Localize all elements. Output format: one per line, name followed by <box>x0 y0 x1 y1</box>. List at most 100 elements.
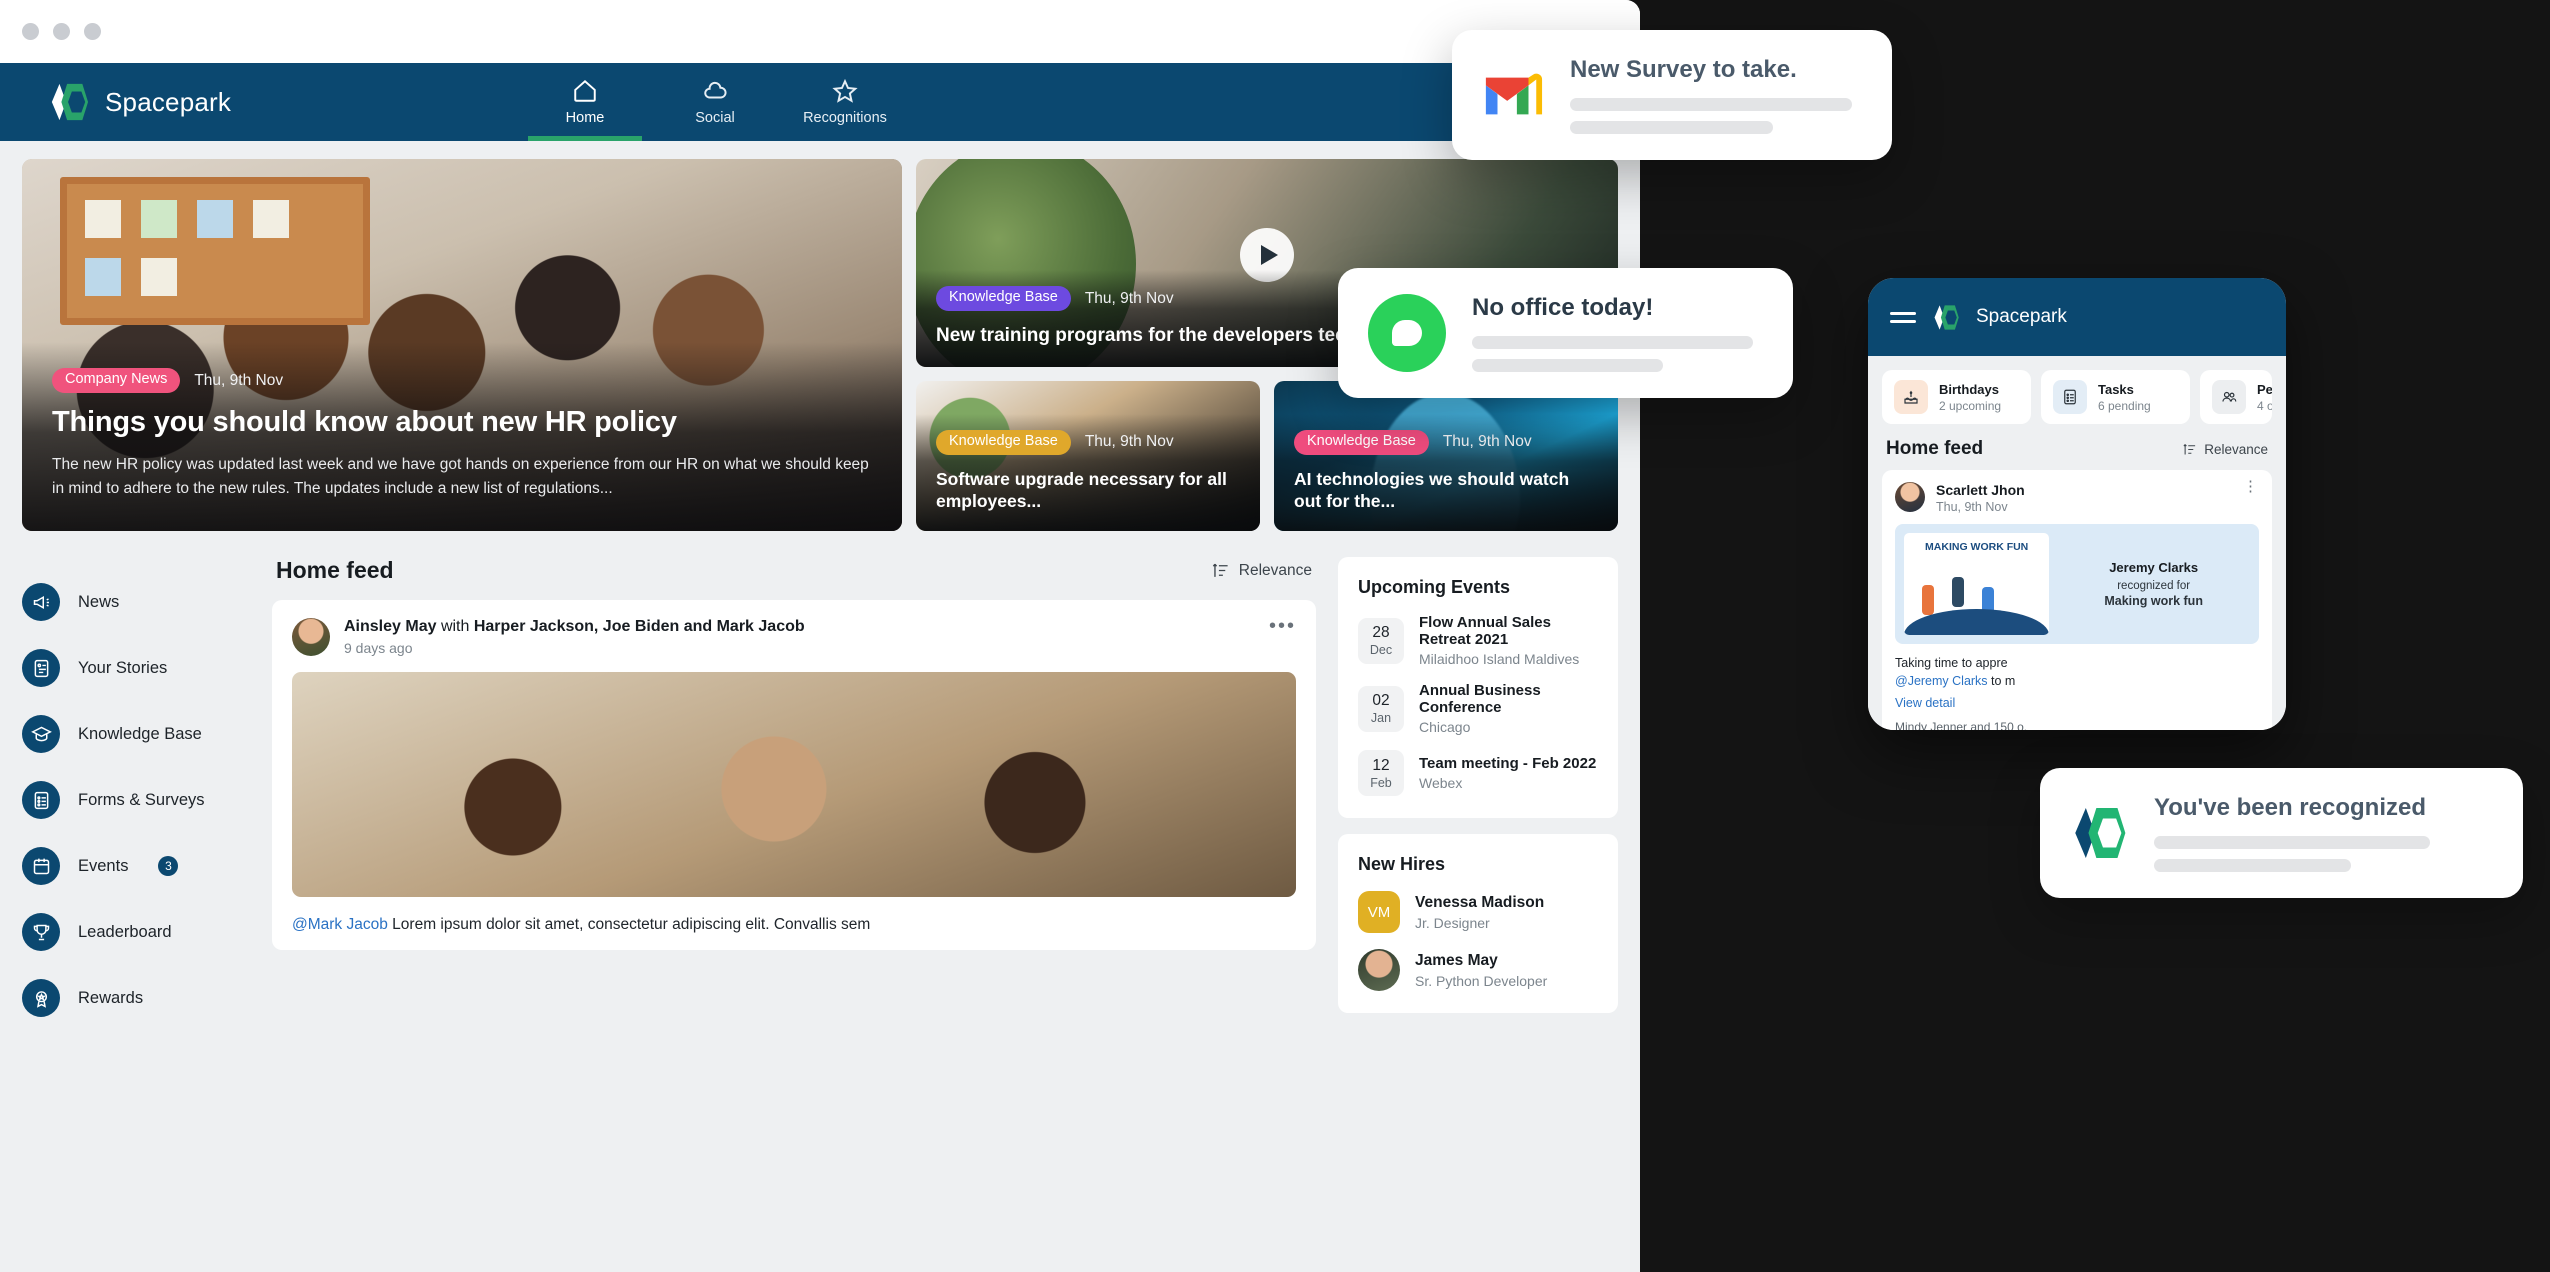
event-location: Chicago <box>1419 719 1598 735</box>
sort-icon <box>1211 561 1230 580</box>
sidebar-item-news[interactable]: News <box>22 569 250 635</box>
award-badge-icon <box>22 979 60 1017</box>
notification-text-block: New Survey to take. <box>1570 56 1852 134</box>
sidebar-item-forms-surveys-label: Forms & Surveys <box>78 791 205 810</box>
new-hires-widget: New Hires VM Venessa Madison Jr. Designe… <box>1338 834 1618 1013</box>
post-more-options-icon[interactable]: ••• <box>1269 618 1296 634</box>
video-card-tag[interactable]: Knowledge Base <box>936 286 1071 311</box>
event-item[interactable]: 02 Jan Annual Business Conference Chicag… <box>1358 682 1598 735</box>
news-card-software-upgrade[interactable]: Knowledge Base Thu, 9th Nov Software upg… <box>916 381 1260 531</box>
sort-icon <box>2182 442 2197 457</box>
nav-item-recognitions-label: Recognitions <box>803 110 887 126</box>
feed-sort-label: Relevance <box>1239 562 1312 580</box>
sticky-note <box>141 258 177 296</box>
post-mention[interactable]: @Mark Jacob <box>292 916 388 933</box>
new-hire-role: Sr. Python Developer <box>1415 973 1547 989</box>
tile-people[interactable]: People 4 online <box>2200 370 2272 424</box>
sidebar-item-your-stories[interactable]: Your Stories <box>22 635 250 701</box>
mobile-brand-name: Spacepark <box>1976 306 2067 328</box>
recognition-illustration: MAKING WORK FUN <box>1904 533 2049 635</box>
event-item[interactable]: 28 Dec Flow Annual Sales Retreat 2021 Mi… <box>1358 614 1598 667</box>
card-date: Thu, 9th Nov <box>1443 433 1532 451</box>
skeleton-line <box>1570 98 1852 111</box>
recognized-for-label: recognized for <box>2117 580 2190 592</box>
tile-birthdays[interactable]: Birthdays 2 upcoming <box>1882 370 2031 424</box>
event-item[interactable]: 12 Feb Team meeting - Feb 2022 Webex <box>1358 750 1598 796</box>
hero-text-overlay: Company News Thu, 9th Nov Things you sho… <box>22 342 902 531</box>
sidebar-item-events-label: Events <box>78 857 128 876</box>
mobile-feed-sort[interactable]: Relevance <box>2182 442 2268 457</box>
tile-text: Birthdays 2 upcoming <box>1939 382 2001 413</box>
notification-card-recognized[interactable]: You've been recognized <box>2040 768 2523 898</box>
mobile-post-mention[interactable]: @Jeremy Clarks <box>1895 674 1988 688</box>
hamburger-menu-icon[interactable] <box>1890 307 1916 328</box>
notification-card-chat[interactable]: No office today! <box>1338 268 1793 398</box>
small-news-cards: Knowledge Base Thu, 9th Nov Software upg… <box>916 381 1618 531</box>
desktop-browser-window: Spacepark Home Social Recognitions <box>0 0 1640 1272</box>
window-minimize-dot[interactable] <box>53 23 70 40</box>
nav-item-recognitions[interactable]: Recognitions <box>780 63 910 141</box>
sidebar-item-events[interactable]: Events 3 <box>22 833 250 899</box>
hero-category-tag[interactable]: Company News <box>52 368 180 393</box>
spacepark-logo-icon <box>1932 304 1960 331</box>
post-more-options-icon[interactable]: ⋮ <box>2243 482 2259 493</box>
top-navigation-bar: Spacepark Home Social Recognitions <box>0 63 1640 141</box>
sidebar-item-leaderboard[interactable]: Leaderboard <box>22 899 250 965</box>
nav-item-home[interactable]: Home <box>520 63 650 141</box>
nav-item-social[interactable]: Social <box>650 63 780 141</box>
recognized-for: recognized for Making work fun <box>2104 580 2203 608</box>
event-location: Webex <box>1419 775 1596 791</box>
feed-post[interactable]: Ainsley May with Harper Jackson, Joe Bid… <box>272 600 1316 950</box>
post-likes: Mindy Jenner and 150 o. <box>1895 720 2259 730</box>
notification-title: You've been recognized <box>2154 794 2483 822</box>
event-text-block: Annual Business Conference Chicago <box>1419 682 1598 735</box>
notification-title: No office today! <box>1472 294 1753 322</box>
mobile-sort-label: Relevance <box>2204 442 2268 457</box>
sidebar-item-rewards-label: Rewards <box>78 989 143 1008</box>
sidebar-item-leaderboard-label: Leaderboard <box>78 923 172 942</box>
view-detail-link[interactable]: View detail <box>1895 696 2259 710</box>
window-close-dot[interactable] <box>22 23 39 40</box>
notification-card-gmail[interactable]: New Survey to take. <box>1452 30 1892 160</box>
mobile-post-text-suffix: to m <box>1988 674 2016 688</box>
event-day: 12 <box>1372 757 1389 775</box>
card-tag[interactable]: Knowledge Base <box>1294 430 1429 455</box>
new-hire-item[interactable]: James May Sr. Python Developer <box>1358 949 1598 991</box>
avatar <box>292 618 330 656</box>
upcoming-events-widget: Upcoming Events 28 Dec Flow Annual Sales… <box>1338 557 1618 818</box>
mobile-app-mockup: Spacepark Birthdays 2 upcoming <box>1868 278 2286 730</box>
corkboard-decoration <box>60 177 370 325</box>
people-icon <box>2212 380 2246 414</box>
mobile-feed-post[interactable]: Scarlett Jhon Thu, 9th Nov ⋮ MAKING WORK… <box>1882 470 2272 730</box>
mobile-post-text: Taking time to appre @Jeremy Clarks to m <box>1895 654 2259 690</box>
main-nav: Home Social Recognitions <box>520 63 910 141</box>
post-body-text: Lorem ipsum dolor sit amet, consectetur … <box>392 916 870 933</box>
event-date-box: 12 Feb <box>1358 750 1404 796</box>
hero-news-card[interactable]: Company News Thu, 9th Nov Things you sho… <box>22 159 902 531</box>
card-tag[interactable]: Knowledge Base <box>936 430 1071 455</box>
sidebar-item-rewards[interactable]: Rewards <box>22 965 250 1031</box>
recognition-details: Jeremy Clarks recognized for Making work… <box>2057 533 2250 635</box>
event-month: Jan <box>1371 711 1391 725</box>
right-widgets-column: Upcoming Events 28 Dec Flow Annual Sales… <box>1338 557 1618 1031</box>
feed-header: Home feed Relevance <box>272 557 1316 600</box>
notification-text-block: No office today! <box>1472 294 1753 372</box>
sidebar-item-knowledge-base[interactable]: Knowledge Base <box>22 701 250 767</box>
sidebar-item-your-stories-label: Your Stories <box>78 659 167 678</box>
post-image <box>292 672 1296 897</box>
feed-sort-control[interactable]: Relevance <box>1211 561 1312 580</box>
card-date: Thu, 9th Nov <box>1085 433 1174 451</box>
sticky-note <box>197 200 233 238</box>
event-text-block: Flow Annual Sales Retreat 2021 Milaidhoo… <box>1419 614 1598 667</box>
window-maximize-dot[interactable] <box>84 23 101 40</box>
gmail-icon <box>1482 71 1544 119</box>
recognition-banner-title: MAKING WORK FUN <box>1904 541 2049 554</box>
hero-meta: Company News Thu, 9th Nov <box>52 368 872 393</box>
brand-logo-group[interactable]: Spacepark <box>0 63 520 141</box>
recognition-banner: MAKING WORK FUN Jeremy Clarks recognized… <box>1895 524 2259 644</box>
sidebar-item-forms-surveys[interactable]: Forms & Surveys <box>22 767 250 833</box>
card-overlay: Knowledge Base Thu, 9th Nov AI technolog… <box>1274 414 1618 531</box>
news-card-ai-technologies[interactable]: Knowledge Base Thu, 9th Nov AI technolog… <box>1274 381 1618 531</box>
new-hire-item[interactable]: VM Venessa Madison Jr. Designer <box>1358 891 1598 933</box>
tile-tasks[interactable]: Tasks 6 pending <box>2041 370 2190 424</box>
